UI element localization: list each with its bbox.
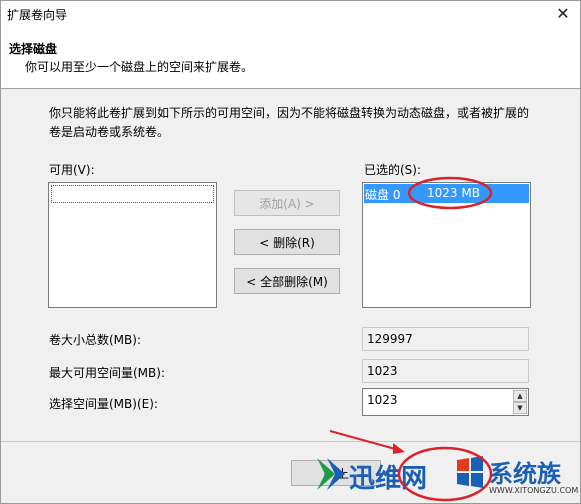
red-annotation-overlay (329, 176, 493, 502)
annotation-circle (397, 446, 493, 502)
annotation-arrowhead (393, 443, 405, 454)
annotation-circle (407, 176, 493, 210)
extend-volume-wizard-window: 扩展卷向导 ✕ 选择磁盘 你可以用至少一个磁盘上的空间来扩展卷。 你只能将此卷扩… (0, 0, 581, 504)
annotation-arrow (329, 430, 400, 451)
